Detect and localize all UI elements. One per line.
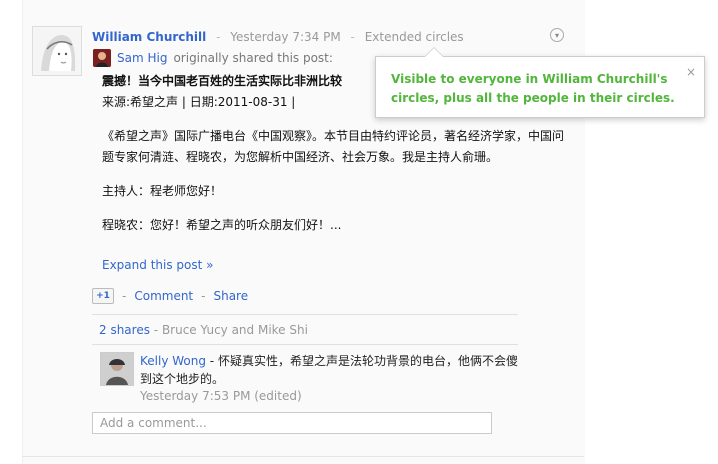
action-separator: - [122,289,127,303]
shares-count[interactable]: 2 shares [99,323,150,337]
shared-suffix: originally shared this post: [173,51,333,65]
expand-post-link[interactable]: Expand this post » [102,258,213,272]
header-separator: - [350,30,355,44]
comment-time[interactable]: Yesterday 7:53 PM (edited) [140,389,302,403]
post-header: William Churchill - Yesterday 7:34 PM - … [92,30,464,46]
action-separator: - [201,289,206,303]
sharer-name[interactable]: Sam Hig [117,51,167,65]
divider [92,344,518,345]
author-name[interactable]: William Churchill [92,30,206,44]
comment-button[interactable]: Comment [134,289,193,303]
post-paragraph: 程晓农：您好！希望之声的听众朋友们好！... [102,218,342,232]
author-avatar[interactable] [32,26,82,76]
add-comment-input[interactable]: Add a comment... [92,412,492,434]
divider [92,314,518,315]
header-separator: - [216,30,221,44]
tooltip-text: Visible to everyone in William Churchill… [391,72,675,105]
visibility-label[interactable]: Extended circles [365,30,464,44]
close-icon[interactable]: × [686,65,696,79]
post-actions: +1 - Comment - Share [92,288,248,304]
sharer-avatar[interactable] [93,49,111,67]
post-time[interactable]: Yesterday 7:34 PM [230,30,340,44]
visibility-tooltip: Visible to everyone in William Churchill… [375,47,705,118]
share-button[interactable]: Share [213,289,248,303]
bottom-divider [22,456,584,457]
chevron-down-icon[interactable]: ▾ [550,28,564,42]
shared-by-line: Sam Hig originally shared this post: [93,49,333,67]
commenter-name[interactable]: Kelly Wong [140,354,206,368]
shares-summary: 2 shares - Bruce Yucy and Mike Shi [99,323,308,337]
shared-by-names: - Bruce Yucy and Mike Shi [153,323,308,337]
comment-body: Kelly Wong - 怀疑真实性，希望之声是法轮功背景的电台，他俩不会傻到这… [140,352,520,388]
plus-one-button[interactable]: +1 [92,288,114,304]
commenter-avatar[interactable] [100,352,134,386]
post-paragraph: 《希望之声》国际广播电台《中国观察》。本节目由特约评论员，著名经济学家，中国问题… [102,129,565,164]
post-paragraph: 主持人：程老师您好！ [102,184,223,198]
